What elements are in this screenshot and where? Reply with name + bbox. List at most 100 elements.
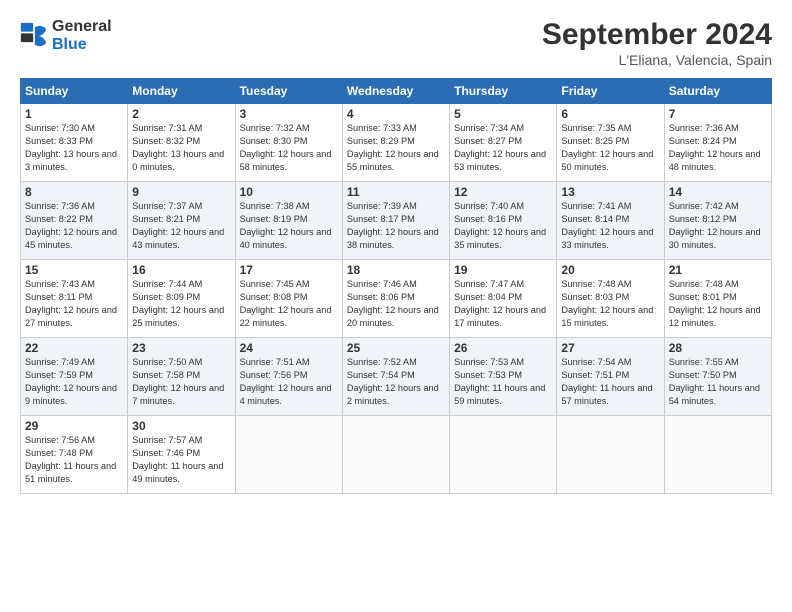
calendar-week-row: 8Sunrise: 7:36 AMSunset: 8:22 PMDaylight… [21, 182, 772, 260]
calendar-cell [557, 416, 664, 494]
logo-icon [20, 22, 48, 50]
calendar-cell: 26Sunrise: 7:53 AMSunset: 7:53 PMDayligh… [450, 338, 557, 416]
calendar-cell: 1Sunrise: 7:30 AMSunset: 8:33 PMDaylight… [21, 104, 128, 182]
day-number: 1 [25, 107, 123, 121]
day-info: Sunrise: 7:57 AMSunset: 7:46 PMDaylight:… [132, 434, 230, 486]
calendar-week-row: 1Sunrise: 7:30 AMSunset: 8:33 PMDaylight… [21, 104, 772, 182]
header-row: Sunday Monday Tuesday Wednesday Thursday… [21, 79, 772, 104]
day-number: 5 [454, 107, 552, 121]
day-number: 16 [132, 263, 230, 277]
calendar-cell: 4Sunrise: 7:33 AMSunset: 8:29 PMDaylight… [342, 104, 449, 182]
day-info: Sunrise: 7:32 AMSunset: 8:30 PMDaylight:… [240, 122, 338, 174]
calendar-cell: 17Sunrise: 7:45 AMSunset: 8:08 PMDayligh… [235, 260, 342, 338]
calendar-cell: 8Sunrise: 7:36 AMSunset: 8:22 PMDaylight… [21, 182, 128, 260]
calendar-cell [450, 416, 557, 494]
calendar-cell: 25Sunrise: 7:52 AMSunset: 7:54 PMDayligh… [342, 338, 449, 416]
day-info: Sunrise: 7:36 AMSunset: 8:24 PMDaylight:… [669, 122, 767, 174]
day-number: 8 [25, 185, 123, 199]
day-number: 6 [561, 107, 659, 121]
day-info: Sunrise: 7:33 AMSunset: 8:29 PMDaylight:… [347, 122, 445, 174]
day-info: Sunrise: 7:53 AMSunset: 7:53 PMDaylight:… [454, 356, 552, 408]
calendar-cell: 10Sunrise: 7:38 AMSunset: 8:19 PMDayligh… [235, 182, 342, 260]
day-info: Sunrise: 7:55 AMSunset: 7:50 PMDaylight:… [669, 356, 767, 408]
day-info: Sunrise: 7:40 AMSunset: 8:16 PMDaylight:… [454, 200, 552, 252]
calendar-week-row: 29Sunrise: 7:56 AMSunset: 7:48 PMDayligh… [21, 416, 772, 494]
calendar-cell: 22Sunrise: 7:49 AMSunset: 7:59 PMDayligh… [21, 338, 128, 416]
location-title: L'Eliana, Valencia, Spain [542, 52, 772, 68]
calendar-cell: 28Sunrise: 7:55 AMSunset: 7:50 PMDayligh… [664, 338, 771, 416]
logo-text-general: General [52, 18, 112, 36]
calendar-cell: 7Sunrise: 7:36 AMSunset: 8:24 PMDaylight… [664, 104, 771, 182]
day-info: Sunrise: 7:48 AMSunset: 8:01 PMDaylight:… [669, 278, 767, 330]
calendar-cell: 2Sunrise: 7:31 AMSunset: 8:32 PMDaylight… [128, 104, 235, 182]
day-info: Sunrise: 7:50 AMSunset: 7:58 PMDaylight:… [132, 356, 230, 408]
calendar-week-row: 15Sunrise: 7:43 AMSunset: 8:11 PMDayligh… [21, 260, 772, 338]
calendar-cell: 6Sunrise: 7:35 AMSunset: 8:25 PMDaylight… [557, 104, 664, 182]
calendar-cell: 5Sunrise: 7:34 AMSunset: 8:27 PMDaylight… [450, 104, 557, 182]
day-number: 13 [561, 185, 659, 199]
col-wednesday: Wednesday [342, 79, 449, 104]
day-info: Sunrise: 7:35 AMSunset: 8:25 PMDaylight:… [561, 122, 659, 174]
day-number: 23 [132, 341, 230, 355]
calendar-cell: 14Sunrise: 7:42 AMSunset: 8:12 PMDayligh… [664, 182, 771, 260]
day-info: Sunrise: 7:39 AMSunset: 8:17 PMDaylight:… [347, 200, 445, 252]
calendar-cell: 24Sunrise: 7:51 AMSunset: 7:56 PMDayligh… [235, 338, 342, 416]
month-title: September 2024 [542, 18, 772, 52]
day-info: Sunrise: 7:34 AMSunset: 8:27 PMDaylight:… [454, 122, 552, 174]
calendar-cell: 3Sunrise: 7:32 AMSunset: 8:30 PMDaylight… [235, 104, 342, 182]
calendar-cell: 15Sunrise: 7:43 AMSunset: 8:11 PMDayligh… [21, 260, 128, 338]
logo-text-blue: Blue [52, 36, 112, 54]
day-number: 19 [454, 263, 552, 277]
day-number: 14 [669, 185, 767, 199]
col-sunday: Sunday [21, 79, 128, 104]
col-saturday: Saturday [664, 79, 771, 104]
title-block: September 2024 L'Eliana, Valencia, Spain [542, 18, 772, 68]
calendar-cell: 11Sunrise: 7:39 AMSunset: 8:17 PMDayligh… [342, 182, 449, 260]
calendar-cell: 21Sunrise: 7:48 AMSunset: 8:01 PMDayligh… [664, 260, 771, 338]
day-number: 3 [240, 107, 338, 121]
calendar-cell: 13Sunrise: 7:41 AMSunset: 8:14 PMDayligh… [557, 182, 664, 260]
calendar-cell [342, 416, 449, 494]
day-number: 22 [25, 341, 123, 355]
day-number: 24 [240, 341, 338, 355]
calendar-cell: 30Sunrise: 7:57 AMSunset: 7:46 PMDayligh… [128, 416, 235, 494]
calendar-cell: 27Sunrise: 7:54 AMSunset: 7:51 PMDayligh… [557, 338, 664, 416]
calendar-cell: 9Sunrise: 7:37 AMSunset: 8:21 PMDaylight… [128, 182, 235, 260]
calendar-cell: 29Sunrise: 7:56 AMSunset: 7:48 PMDayligh… [21, 416, 128, 494]
day-info: Sunrise: 7:31 AMSunset: 8:32 PMDaylight:… [132, 122, 230, 174]
calendar-cell: 19Sunrise: 7:47 AMSunset: 8:04 PMDayligh… [450, 260, 557, 338]
col-monday: Monday [128, 79, 235, 104]
day-number: 30 [132, 419, 230, 433]
day-number: 15 [25, 263, 123, 277]
day-info: Sunrise: 7:37 AMSunset: 8:21 PMDaylight:… [132, 200, 230, 252]
calendar-cell [664, 416, 771, 494]
day-number: 27 [561, 341, 659, 355]
day-info: Sunrise: 7:49 AMSunset: 7:59 PMDaylight:… [25, 356, 123, 408]
day-info: Sunrise: 7:54 AMSunset: 7:51 PMDaylight:… [561, 356, 659, 408]
day-info: Sunrise: 7:44 AMSunset: 8:09 PMDaylight:… [132, 278, 230, 330]
day-number: 25 [347, 341, 445, 355]
calendar-cell [235, 416, 342, 494]
calendar-cell: 18Sunrise: 7:46 AMSunset: 8:06 PMDayligh… [342, 260, 449, 338]
day-info: Sunrise: 7:42 AMSunset: 8:12 PMDaylight:… [669, 200, 767, 252]
calendar-cell: 12Sunrise: 7:40 AMSunset: 8:16 PMDayligh… [450, 182, 557, 260]
day-number: 4 [347, 107, 445, 121]
calendar-page: General Blue September 2024 L'Eliana, Va… [0, 0, 792, 612]
col-friday: Friday [557, 79, 664, 104]
day-number: 28 [669, 341, 767, 355]
day-number: 7 [669, 107, 767, 121]
day-number: 26 [454, 341, 552, 355]
day-info: Sunrise: 7:30 AMSunset: 8:33 PMDaylight:… [25, 122, 123, 174]
day-number: 11 [347, 185, 445, 199]
calendar-cell: 20Sunrise: 7:48 AMSunset: 8:03 PMDayligh… [557, 260, 664, 338]
day-number: 10 [240, 185, 338, 199]
day-info: Sunrise: 7:51 AMSunset: 7:56 PMDaylight:… [240, 356, 338, 408]
col-tuesday: Tuesday [235, 79, 342, 104]
day-number: 18 [347, 263, 445, 277]
day-number: 17 [240, 263, 338, 277]
day-number: 21 [669, 263, 767, 277]
day-info: Sunrise: 7:45 AMSunset: 8:08 PMDaylight:… [240, 278, 338, 330]
logo: General Blue [20, 18, 112, 53]
day-number: 2 [132, 107, 230, 121]
calendar-cell: 23Sunrise: 7:50 AMSunset: 7:58 PMDayligh… [128, 338, 235, 416]
